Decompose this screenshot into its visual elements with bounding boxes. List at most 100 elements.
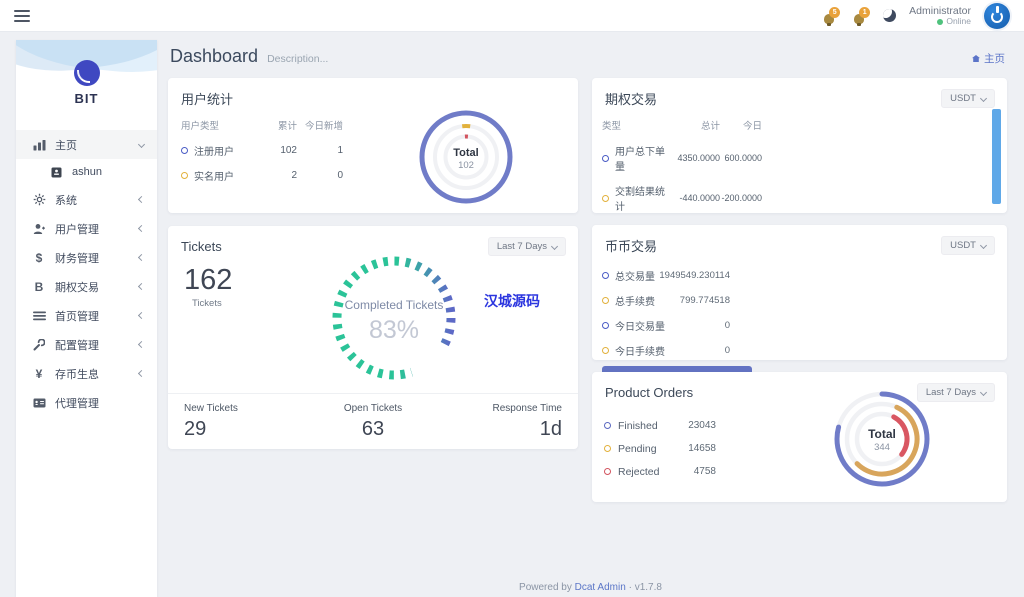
user-stats-table: 用户类型 累计 今日新增 注册用户 102 1 实名用户 2 0: [181, 114, 343, 188]
table-row: 注册用户 102 1: [181, 138, 343, 163]
stat-response-time: Response Time 1d: [436, 403, 562, 449]
chevron-left-icon: [138, 254, 145, 261]
sidebar-item-agent-management[interactable]: 代理管理: [16, 388, 157, 417]
list-item: Pending 14658: [604, 437, 716, 460]
wrench-icon: [30, 339, 48, 351]
notification-badge: 1: [859, 7, 870, 18]
sidebar-item-label: 首页管理: [55, 308, 99, 324]
product-orders-rows: Finished 23043 Pending 14658 Rejected 47…: [592, 406, 1007, 483]
chevron-left-icon: [138, 312, 145, 319]
notification-bulb-icon-2[interactable]: 1: [853, 7, 870, 25]
chevron-down-icon: [138, 141, 145, 148]
tickets-total-value: 162: [184, 264, 232, 297]
breadcrumb-label: 主页: [984, 51, 1005, 66]
sidebar-item-options-trading[interactable]: B 期权交易: [16, 272, 157, 301]
series-marker: [602, 297, 609, 304]
id-card-icon: [30, 398, 48, 408]
chevron-left-icon: [138, 196, 145, 203]
chevron-left-icon: [138, 341, 145, 348]
sidebar-item-homepage-management[interactable]: 首页管理: [16, 301, 157, 330]
chevron-down-icon: [980, 242, 987, 249]
sidebar-item-label: 系统: [55, 192, 77, 208]
footer-link[interactable]: Dcat Admin: [575, 582, 626, 593]
main-content: Dashboard Description... 主页 用户统计 用户类型 累计…: [157, 32, 1024, 597]
user-icon: [30, 223, 48, 235]
sidebar-item-finance[interactable]: $ 财务管理: [16, 243, 157, 272]
card-product-orders: Product Orders Last 7 Days Finished 2304…: [592, 372, 1007, 502]
chevron-down-icon: [980, 389, 987, 396]
sidebar-item-ashun[interactable]: ashun: [16, 159, 157, 185]
list-icon: [30, 311, 48, 321]
donut-center-label: Total: [416, 147, 516, 159]
gauge-label: Completed Tickets: [324, 298, 464, 312]
notification-badge: 5: [829, 7, 840, 18]
card-coin-trading: 币币交易 USDT 总交易量 1949549.230114 总手续费 799.7…: [592, 225, 1007, 360]
sidebar-item-home[interactable]: 主页: [16, 130, 157, 159]
table-row: 实名用户 2 0: [181, 163, 343, 188]
options-trading-table: 类型 总计 今日 用户总下单量 4350.0000 600.0000 交割结果统…: [602, 114, 762, 243]
user-info: Administrator Online: [909, 5, 971, 27]
footer-version: v1.7.8: [635, 582, 662, 593]
chevron-left-icon: [138, 370, 145, 377]
dollar-icon: $: [30, 251, 48, 265]
coin-currency-dropdown[interactable]: USDT: [941, 236, 995, 255]
card-tickets: Tickets Last 7 Days 162 Tickets: [168, 226, 578, 449]
series-marker: [181, 147, 188, 154]
sidebar-item-system[interactable]: 系统: [16, 185, 157, 214]
logo-text: BIT: [16, 91, 157, 106]
gauge-value: 83%: [324, 316, 464, 345]
stat-new-tickets: New Tickets 29: [184, 403, 310, 449]
card-title: Product Orders: [605, 385, 693, 400]
coin-trading-rows: 总交易量 1949549.230114 总手续费 799.774518 今日交易…: [592, 259, 1007, 363]
footer-separator: ·: [629, 582, 632, 593]
options-currency-dropdown[interactable]: USDT: [941, 89, 995, 108]
sidebar-item-label: 主页: [55, 137, 77, 153]
options-bar-chart: [992, 109, 1001, 204]
col-header: 用户类型: [181, 114, 259, 138]
sidebar-item-label: 代理管理: [55, 395, 99, 411]
card-user-stats: 用户统计 用户类型 累计 今日新增 注册用户 102 1 实名用: [168, 78, 578, 213]
home-icon: [972, 55, 980, 62]
user-avatar[interactable]: [984, 3, 1010, 29]
moon-icon[interactable]: [883, 9, 896, 22]
breadcrumb[interactable]: 主页: [972, 51, 1005, 66]
series-marker: [602, 322, 609, 329]
yen-icon: ¥: [30, 367, 48, 381]
sidebar-item-label: 财务管理: [55, 250, 99, 266]
donut-center-value: 344: [827, 442, 937, 453]
chevron-left-icon: [138, 283, 145, 290]
series-marker: [602, 195, 609, 202]
chevron-down-icon: [551, 243, 558, 250]
product-orders-donut-chart: Total 344: [827, 384, 937, 494]
table-row: 交割结果统计 -440.0000 -200.0000: [602, 178, 762, 218]
gear-icon: [30, 193, 48, 206]
notification-bulb-icon[interactable]: 5: [823, 7, 840, 25]
series-marker: [604, 445, 611, 452]
top-navbar: 5 1 Administrator Online: [0, 0, 1024, 32]
list-item: 今日手续费 0: [602, 338, 730, 363]
page-title: Dashboard: [170, 46, 258, 67]
bitcoin-icon: B: [30, 280, 48, 294]
sidebar-item-user-management[interactable]: 用户管理: [16, 214, 157, 243]
list-item: 总交易量 1949549.230114: [602, 263, 730, 288]
user-name: Administrator: [909, 5, 971, 17]
sidebar-logo[interactable]: BIT: [16, 40, 157, 122]
col-header: 总计: [674, 114, 720, 138]
donut-center-label: Total: [827, 427, 937, 441]
tickets-bottom-stats: New Tickets 29 Open Tickets 63 Response …: [168, 393, 578, 449]
user-stats-donut-chart: Total 102: [416, 107, 516, 207]
card-title: 期权交易: [605, 89, 657, 108]
tickets-total-label: Tickets: [192, 298, 222, 309]
hamburger-menu-icon[interactable]: [14, 7, 30, 25]
sidebar-item-deposit-interest[interactable]: ¥ 存币生息: [16, 359, 157, 388]
footer-prefix: Powered by: [519, 582, 572, 593]
sidebar-item-label: 期权交易: [55, 279, 99, 295]
tickets-range-dropdown[interactable]: Last 7 Days: [488, 237, 566, 256]
list-item: 今日交易量 0: [602, 313, 730, 338]
sidebar-item-label: 存币生息: [55, 366, 99, 382]
online-dot: [937, 19, 943, 25]
series-marker: [602, 155, 609, 162]
sidebar-item-config-management[interactable]: 配置管理: [16, 330, 157, 359]
card-title: 用户统计: [181, 89, 233, 108]
page-description: Description...: [267, 53, 328, 65]
